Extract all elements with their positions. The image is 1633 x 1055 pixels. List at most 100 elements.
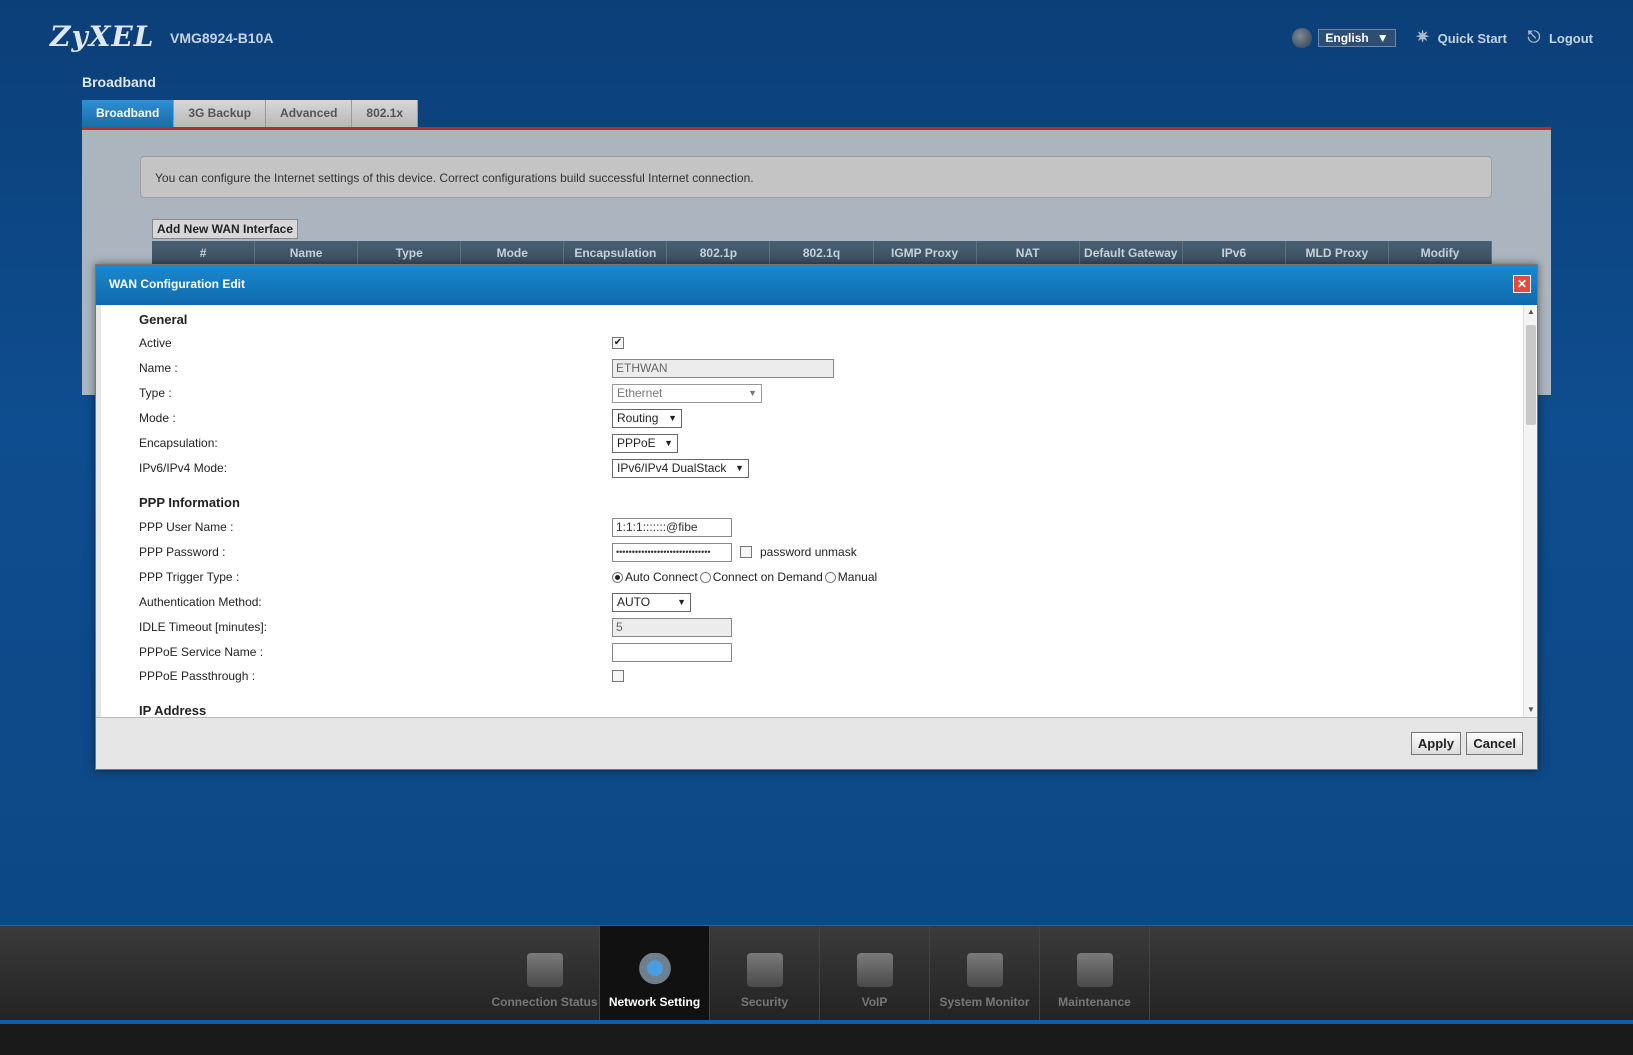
passthrough-label: PPPoE Passthrough :	[139, 669, 256, 683]
trigger-demand-label: Connect on Demand	[712, 570, 823, 584]
cancel-button[interactable]: Cancel	[1466, 732, 1523, 755]
ip-mode-value: IPv6/IPv4 DualStack	[617, 461, 727, 475]
nav-label: Maintenance	[1058, 995, 1131, 1009]
passthrough-checkbox[interactable]	[612, 670, 624, 682]
ppp-password-field[interactable]: ••••••••••••••••••••••••••••••	[612, 542, 732, 562]
row-encapsulation: Encapsulation: PPPoE ▼	[139, 433, 1439, 453]
wan-config-dialog: WAN Configuration Edit ✕ General Active …	[95, 264, 1538, 770]
trigger-manual-label: Manual	[837, 570, 878, 584]
chevron-down-icon: ▼	[677, 597, 686, 607]
service-name-field[interactable]	[612, 642, 732, 662]
row-idle-timeout: IDLE Timeout [minutes]: 5	[139, 617, 1439, 637]
dialog-title: WAN Configuration Edit	[109, 277, 245, 291]
top-toolbar: English ▼ ✷ Quick Start ⎋ Logout	[1292, 28, 1593, 48]
globe-icon	[1292, 28, 1313, 48]
name-field[interactable]: ETHWAN	[612, 358, 834, 378]
info-box: You can configure the Internet settings …	[140, 156, 1492, 198]
nav-system-monitor[interactable]: System Monitor	[930, 926, 1040, 1021]
encapsulation-label: Encapsulation:	[139, 436, 218, 450]
auth-method-label: Authentication Method:	[139, 595, 262, 609]
type-label: Type :	[139, 386, 172, 400]
quick-start-link[interactable]: ✷ Quick Start	[1414, 29, 1507, 47]
nav-voip[interactable]: VoIP	[820, 926, 930, 1021]
nav-label: VoIP	[861, 995, 888, 1009]
row-ip-mode: IPv6/IPv4 Mode: IPv6/IPv4 DualStack ▼	[139, 458, 1439, 478]
dialog-footer: Apply Cancel	[96, 717, 1537, 769]
col-encapsulation: Encapsulation	[564, 241, 668, 265]
nav-connection-status[interactable]: Connection Status	[490, 926, 600, 1021]
row-ppp-trigger: PPP Trigger Type : Auto Connect Connect …	[139, 567, 1439, 587]
password-unmask-checkbox[interactable]	[740, 546, 752, 558]
tab-8021x[interactable]: 802.1x	[352, 100, 419, 127]
close-icon[interactable]: ✕	[1513, 275, 1531, 293]
idle-timeout-field[interactable]: 5	[612, 617, 732, 637]
col-igmp-proxy: IGMP Proxy	[874, 241, 977, 265]
nav-label: System Monitor	[939, 995, 1030, 1009]
mode-value: Routing	[617, 411, 659, 425]
nav-network-setting[interactable]: Network Setting	[600, 926, 710, 1021]
ppp-trigger-label: PPP Trigger Type :	[139, 570, 240, 584]
wand-icon: ✷	[1415, 29, 1430, 46]
language-select[interactable]: English ▼	[1318, 29, 1396, 47]
scroll-down-icon[interactable]: ▼	[1524, 703, 1538, 717]
trigger-auto-radio[interactable]	[612, 571, 623, 583]
chevron-down-icon: ▼	[748, 388, 757, 398]
row-active: Active ✔	[139, 333, 1439, 353]
col-modify: Modify	[1389, 241, 1493, 265]
scroll-thumb[interactable]	[1526, 325, 1536, 425]
chevron-down-icon: ▼	[735, 463, 744, 473]
monitor-icon	[526, 953, 563, 987]
ppp-password-label: PPP Password :	[139, 545, 226, 559]
row-type: Type : Ethernet ▼	[139, 383, 1439, 403]
trigger-manual-radio[interactable]	[824, 571, 836, 583]
dialog-title-bar: WAN Configuration Edit ✕	[96, 265, 1537, 305]
col-mld-proxy: MLD Proxy	[1286, 241, 1389, 265]
tab-broadband[interactable]: Broadband	[82, 100, 175, 127]
tab-advanced[interactable]: Advanced	[266, 100, 353, 127]
nav-maintenance[interactable]: Maintenance	[1040, 926, 1150, 1021]
section-ppp: PPP Information	[139, 495, 240, 510]
nav-security[interactable]: Security	[710, 926, 820, 1021]
service-name-label: PPPoE Service Name :	[139, 645, 264, 659]
col-type: Type	[358, 241, 462, 265]
auth-method-select[interactable]: AUTO ▼	[612, 592, 691, 612]
col-mode: Mode	[461, 241, 565, 265]
encapsulation-select[interactable]: PPPoE ▼	[612, 433, 678, 453]
apply-button[interactable]: Apply	[1410, 732, 1461, 755]
logout-label: Logout	[1548, 30, 1593, 46]
active-label: Active	[139, 336, 172, 350]
row-service-name: PPPoE Service Name :	[139, 642, 1439, 662]
ip-mode-label: IPv6/IPv4 Mode:	[139, 461, 228, 475]
row-ppp-user: PPP User Name : 1:1:1:::::::@fibe	[139, 517, 1439, 537]
nav-label: Security	[740, 995, 789, 1009]
wan-table-header: # Name Type Mode Encapsulation 802.1p 80…	[152, 241, 1493, 265]
active-checkbox[interactable]: ✔	[612, 337, 624, 349]
add-wan-interface-button[interactable]: Add New WAN Interface	[152, 219, 299, 239]
idle-timeout-label: IDLE Timeout [minutes]:	[139, 620, 268, 634]
col-default-gateway: Default Gateway	[1080, 241, 1183, 265]
mode-select[interactable]: Routing ▼	[612, 408, 682, 428]
auth-method-value: AUTO	[617, 595, 651, 609]
logout-link[interactable]: ⎋ Logout	[1525, 29, 1593, 47]
device-model: VMG8924-B10A	[170, 30, 274, 46]
logout-icon: ⎋	[1527, 29, 1541, 46]
tab-3g-backup[interactable]: 3G Backup	[174, 100, 267, 127]
col-name: Name	[255, 241, 359, 265]
ppp-user-field[interactable]: 1:1:1:::::::@fibe	[612, 517, 732, 537]
chevron-down-icon: ▼	[1376, 31, 1389, 45]
trigger-auto-label: Auto Connect	[625, 570, 698, 584]
nav-label: Connection Status	[491, 995, 598, 1009]
trigger-demand-radio[interactable]	[699, 571, 711, 583]
scroll-up-icon[interactable]: ▲	[1524, 305, 1538, 319]
ip-mode-select[interactable]: IPv6/IPv4 DualStack ▼	[612, 458, 749, 478]
row-ppp-password: PPP Password : •••••••••••••••••••••••••…	[139, 542, 1439, 562]
chevron-down-icon: ▼	[664, 438, 673, 448]
type-value: Ethernet	[617, 386, 663, 400]
dialog-scrollbar[interactable]: ▲ ▼	[1523, 305, 1537, 717]
encapsulation-value: PPPoE	[617, 436, 656, 450]
type-select[interactable]: Ethernet ▼	[612, 383, 762, 403]
bottom-nav: Connection Status Network Setting Securi…	[0, 925, 1633, 1021]
language-switcher[interactable]: English ▼	[1292, 28, 1396, 48]
row-name: Name : ETHWAN	[139, 358, 1439, 378]
page-title: Broadband	[82, 74, 156, 90]
